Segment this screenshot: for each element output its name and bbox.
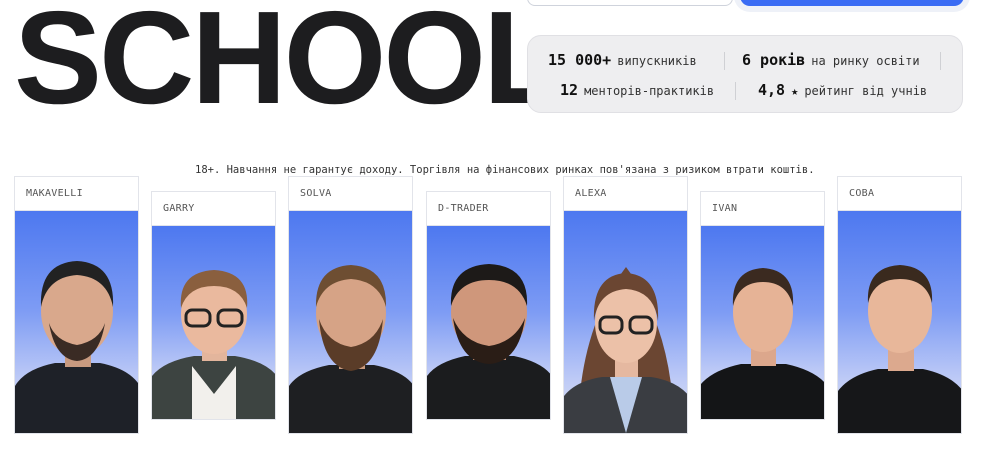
mentor-card[interactable]: COBA	[837, 176, 962, 434]
mentor-photo	[838, 211, 961, 433]
person-silhouette-icon	[564, 267, 687, 433]
mentor-name: SOLVA	[289, 177, 412, 211]
mentor-name: MAKAVELLI	[15, 177, 138, 211]
top-input-field[interactable]	[527, 0, 733, 6]
mentor-name: D-TRADER	[427, 192, 550, 226]
stat-mentors-number: 12	[560, 81, 579, 99]
stat-graduates-label: випускників	[617, 54, 697, 68]
person-silhouette-icon	[838, 265, 961, 433]
mentor-name: GARRY	[152, 192, 275, 226]
mentor-photo	[289, 211, 412, 433]
top-action-button[interactable]	[740, 0, 964, 6]
stat-graduates-number: 15 000+	[548, 51, 612, 69]
mentor-card[interactable]: GARRY	[151, 191, 276, 420]
stat-divider	[735, 82, 736, 100]
person-silhouette-icon	[701, 268, 824, 419]
mentor-name: IVAN	[701, 192, 824, 226]
person-silhouette-icon	[289, 265, 412, 433]
mentor-photo	[701, 226, 824, 419]
person-silhouette-icon	[152, 270, 275, 419]
stat-mentors-label: менторів-практиків	[584, 84, 715, 98]
stat-years: 6 років на ринку освіти	[742, 51, 920, 69]
mentor-card[interactable]: IVAN	[700, 191, 825, 420]
risk-disclaimer: 18+. Навчання не гарантує доходу. Торгів…	[195, 164, 815, 176]
mentor-photo	[564, 211, 687, 433]
stat-years-label: на ринку освіти	[811, 54, 920, 68]
stat-divider	[724, 52, 725, 70]
star-icon: ★	[791, 84, 799, 98]
stat-rating-number: 4,8	[758, 81, 786, 99]
mentor-card[interactable]: ALEXA	[563, 176, 688, 434]
mentor-photo	[427, 226, 550, 419]
person-silhouette-icon	[15, 261, 138, 433]
stats-panel: 15 000+ випускників 6 років на ринку осв…	[527, 35, 963, 113]
stat-mentors: 12 менторів-практиків	[560, 81, 714, 99]
mentor-name: ALEXA	[564, 177, 687, 211]
stat-divider	[940, 52, 941, 70]
stat-years-number: 6 років	[742, 51, 806, 69]
mentor-card[interactable]: MAKAVELLI	[14, 176, 139, 434]
mentor-card[interactable]: D-TRADER	[426, 191, 551, 420]
mentor-photo	[152, 226, 275, 419]
mentor-photo	[15, 211, 138, 433]
stat-rating-label: рейтинг від учнів	[804, 84, 928, 98]
mentor-card[interactable]: SOLVA	[288, 176, 413, 434]
stat-rating: 4,8 ★ рейтинг від учнів	[758, 81, 927, 99]
mentor-name: COBA	[838, 177, 961, 211]
stat-graduates: 15 000+ випускників	[548, 51, 697, 69]
person-silhouette-icon	[427, 264, 550, 419]
page-title: SCHOOL	[14, 0, 564, 131]
